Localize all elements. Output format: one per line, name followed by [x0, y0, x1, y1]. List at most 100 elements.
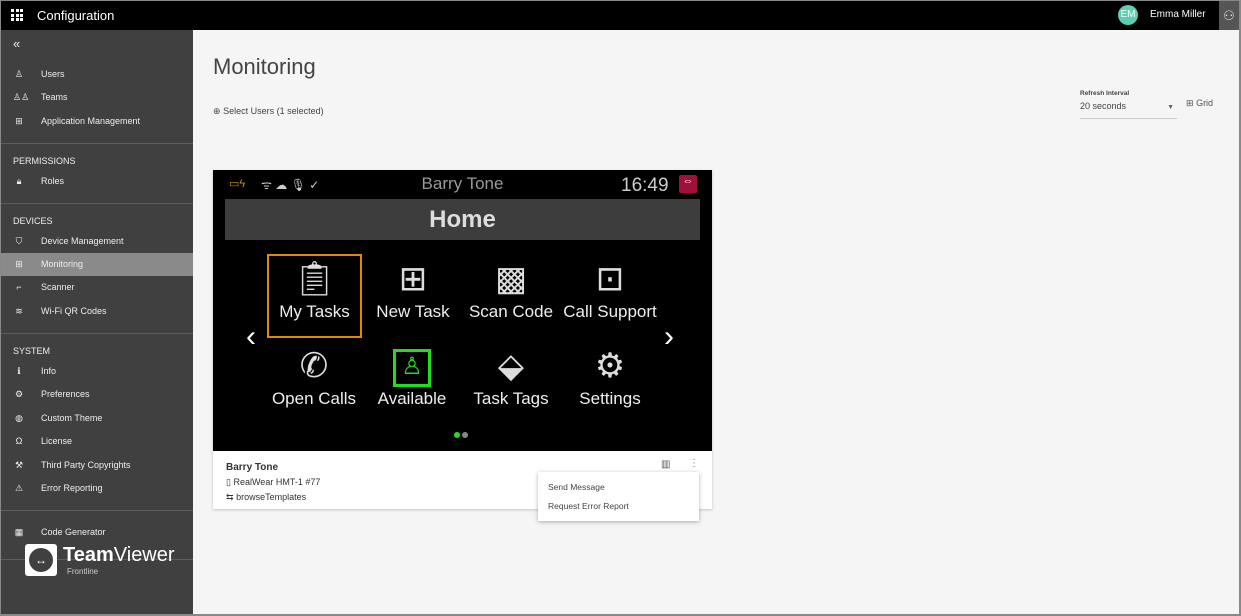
- grid-view-toggle[interactable]: ⊞ Grid: [1186, 98, 1213, 109]
- sidebar-item-label: Third Party Copyrights: [41, 460, 131, 470]
- sidebar-item-application-management[interactable]: ⊞ Application Management: [1, 110, 193, 133]
- sidebar-item-label: Wi-Fi QR Codes: [41, 306, 107, 316]
- sidebar-item-label: Preferences: [41, 389, 90, 399]
- divider: [1, 333, 193, 334]
- previous-page-arrow[interactable]: ‹: [246, 320, 256, 354]
- shield-icon: ⛉: [15, 236, 23, 246]
- page-dot[interactable]: [462, 432, 468, 438]
- app-launcher-icon[interactable]: [11, 9, 23, 21]
- sidebar-item-code-generator[interactable]: ▦ Code Generator: [1, 521, 193, 544]
- clipboard-plus-icon: ⊞: [398, 260, 428, 298]
- tile-available[interactable]: ♙ Available: [363, 343, 461, 409]
- select-users-label: Select Users (1 selected): [223, 106, 324, 116]
- contact-icon: ⊡: [595, 260, 625, 298]
- grid-icon: ⊞: [1186, 98, 1194, 108]
- screen-page-title: Home: [225, 199, 700, 240]
- divider: [1, 203, 193, 204]
- lock-icon: 🔒︎: [16, 176, 22, 186]
- sidebar-item-third-party-copyrights[interactable]: ⚒ Third Party Copyrights: [1, 454, 193, 477]
- team-icon: ♙♙: [13, 92, 30, 102]
- license-icon: Ω: [15, 436, 23, 446]
- device-model: RealWear HMT-1 #77: [233, 477, 321, 487]
- view-mode-label: Grid: [1196, 98, 1214, 108]
- device-icon: ▯: [226, 477, 231, 487]
- palette-icon: ◍: [15, 413, 23, 423]
- sidebar-item-error-reporting[interactable]: ⚠ Error Reporting: [1, 477, 193, 500]
- dropdown-arrow-icon: ▼: [1167, 104, 1174, 111]
- device-info: Barry Tone ▯ RealWear HMT-1 #77 ⇆ browse…: [226, 460, 320, 505]
- menu-item-send-message[interactable]: Send Message: [548, 482, 605, 492]
- tile-call-support[interactable]: ⊡ Call Support: [561, 256, 659, 322]
- sidebar-item-label: Monitoring: [41, 259, 84, 269]
- app-window: Configuration EM Emma Miller ⚇ « ♙ Users …: [1, 1, 1239, 614]
- tile-scan-code[interactable]: ▩ Scan Code: [462, 256, 560, 322]
- sidebar-item-scanner[interactable]: ⌐ Scanner: [1, 276, 193, 299]
- app-title: Configuration: [37, 8, 115, 23]
- tile-label: Open Calls: [271, 389, 357, 408]
- divider: [1, 143, 193, 144]
- grid-icon: ⊞: [15, 259, 23, 269]
- tile-my-tasks[interactable]: 📋︎ My Tasks: [267, 254, 362, 338]
- tag-icon: ⬙: [497, 347, 525, 385]
- page-dot-active[interactable]: [454, 432, 460, 438]
- tile-open-calls[interactable]: ✆ Open Calls: [265, 343, 363, 409]
- avatar[interactable]: EM: [1118, 5, 1138, 25]
- connection-status-icon[interactable]: ⚇: [1219, 1, 1239, 30]
- tile-label: Call Support: [563, 302, 657, 321]
- page-title: Monitoring: [213, 54, 316, 79]
- screen-time: 16:49: [621, 175, 669, 196]
- sidebar-item-teams[interactable]: ♙♙ Teams: [1, 86, 193, 109]
- collapse-sidebar-icon[interactable]: «: [13, 36, 20, 51]
- tile-settings[interactable]: ⚙ Settings: [561, 343, 659, 409]
- sidebar-item-device-management[interactable]: ⛉ Device Management: [1, 230, 193, 253]
- section-title-devices: DEVICES: [13, 216, 53, 226]
- divider: [1, 510, 193, 511]
- tile-label: New Task: [376, 302, 450, 321]
- activity-icon: ⇆: [226, 492, 234, 502]
- sidebar-item-license[interactable]: Ω License: [1, 430, 193, 453]
- qr-scan-icon: ▩: [494, 260, 528, 298]
- sidebar-item-info[interactable]: ℹ Info: [1, 360, 193, 383]
- sidebar-item-users[interactable]: ♙ Users: [1, 63, 193, 86]
- tile-new-task[interactable]: ⊞ New Task: [364, 256, 462, 322]
- sidebar-item-label: Info: [41, 366, 57, 376]
- next-page-arrow[interactable]: ›: [664, 320, 674, 354]
- statistics-icon[interactable]: ▥: [661, 459, 670, 470]
- tile-label: Available: [377, 389, 447, 408]
- tile-task-tags[interactable]: ⬙ Task Tags: [462, 343, 560, 409]
- device-context-menu: Send Message Request Error Report: [538, 472, 699, 521]
- wifi-icon: ≋: [15, 306, 23, 316]
- refresh-interval-label: Refresh Interval: [1080, 90, 1130, 97]
- sidebar-item-label: Scanner: [41, 282, 75, 292]
- gavel-icon: ⚒: [14, 460, 24, 470]
- tile-label: Scan Code: [468, 302, 554, 321]
- tile-label: My Tasks: [279, 302, 350, 321]
- device-activity: browseTemplates: [236, 492, 307, 502]
- more-options-icon[interactable]: ⋮: [689, 458, 699, 469]
- user-name[interactable]: Emma Miller: [1150, 9, 1206, 20]
- sidebar-item-label: License: [41, 436, 73, 446]
- sidebar-item-label: Application Management: [41, 116, 141, 126]
- available-icon: ♙: [363, 343, 461, 389]
- select-users-button[interactable]: ⊕ Select Users (1 selected): [213, 106, 324, 117]
- add-circle-icon: ⊕: [213, 106, 221, 116]
- device-card: ▭ϟ ᯤ ☁ 🎙︎ ✓ Barry Tone 16:49 ⇔ Home ‹ › …: [213, 170, 712, 509]
- sidebar-item-roles[interactable]: 🔒︎ Roles: [1, 170, 193, 193]
- refresh-interval-select[interactable]: Refresh Interval 20 seconds ▼: [1080, 90, 1177, 119]
- sidebar: « ♙ Users ♙♙ Teams ⊞ Application Management…: [1, 30, 193, 614]
- sidebar-item-preferences[interactable]: ⚙ Preferences: [1, 383, 193, 406]
- teamviewer-session-icon[interactable]: ⇔: [679, 175, 697, 193]
- sidebar-item-label: Custom Theme: [41, 413, 103, 423]
- sidebar-item-label: Code Generator: [41, 527, 106, 537]
- sidebar-item-wifi-qr-codes[interactable]: ≋ Wi-Fi QR Codes: [1, 300, 193, 323]
- gear-icon: ⚙: [14, 389, 24, 399]
- menu-item-request-error-report[interactable]: Request Error Report: [548, 501, 629, 511]
- sidebar-item-monitoring[interactable]: ⊞ Monitoring: [1, 253, 193, 276]
- device-screen[interactable]: ▭ϟ ᯤ ☁ 🎙︎ ✓ Barry Tone 16:49 ⇔ Home ‹ › …: [213, 170, 712, 451]
- sidebar-item-label: Teams: [41, 92, 68, 102]
- sidebar-item-custom-theme[interactable]: ◍ Custom Theme: [1, 407, 193, 430]
- sidebar-item-label: Users: [41, 69, 65, 79]
- apps-icon: ⊞: [15, 116, 23, 126]
- device-user-name: Barry Tone: [226, 462, 279, 473]
- info-icon: ℹ: [17, 366, 21, 376]
